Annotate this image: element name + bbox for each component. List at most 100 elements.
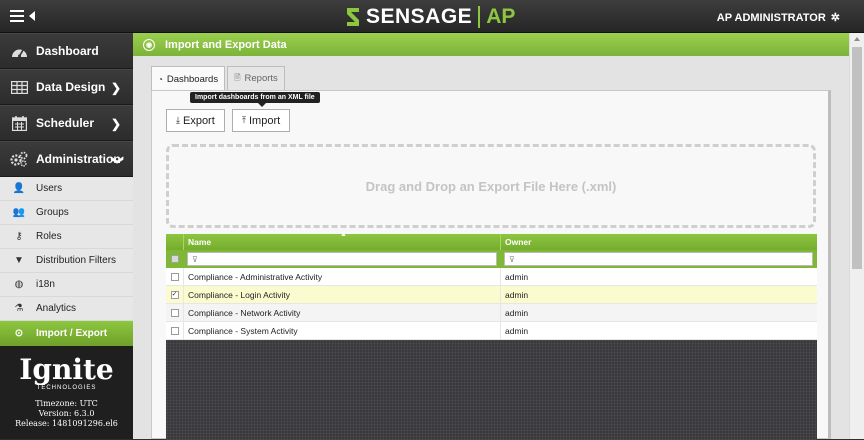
hamburger-icon [10, 10, 24, 22]
sidebar-footer: Ignite TECHNOLOGIES Timezone: UTC Versio… [0, 346, 133, 439]
import-export-icon: ⊙ [14, 328, 24, 339]
version-text: Version: 6.3.0 [38, 409, 95, 418]
sidebar-item-label: Dashboard [36, 44, 99, 58]
sidebar-item-users[interactable]: 👤 Users [0, 177, 133, 201]
gear-icon: ✲ [830, 12, 840, 24]
sidebar-item-label: Analytics [36, 303, 77, 314]
export-button[interactable]: ⤓ Export [166, 109, 225, 132]
name-filter-input[interactable]: ⊽ [187, 252, 497, 266]
sort-asc-icon: ▲ [340, 231, 347, 238]
import-export-icon: ◉ [143, 38, 155, 51]
page-header: ◉ Import and Export Data [133, 33, 849, 56]
table-row[interactable]: ✓ Compliance - Login Activity admin [166, 286, 817, 304]
main-content: ◉ Import and Export Data ◔ Dashboards 🗎 … [133, 33, 849, 440]
owner-filter-input[interactable]: ⊽ [504, 252, 813, 266]
sidebar-item-data-design[interactable]: Data Design ❯ [0, 69, 133, 105]
sidebar-item-analytics[interactable]: ⚗ Analytics [0, 297, 133, 321]
import-tooltip: Import dashboards from an XML file [190, 92, 320, 107]
row-checkbox[interactable]: ✓ [170, 290, 179, 299]
sidebar-item-scheduler[interactable]: Scheduler ❯ [0, 105, 133, 141]
sidebar: Dashboard Data Design ❯ Scheduler ❯ Admi… [0, 33, 133, 439]
download-icon: ⤓ [176, 115, 180, 125]
table-row[interactable]: Compliance - Administrative Activity adm… [166, 268, 817, 286]
filter-icon: ⊽ [509, 254, 515, 264]
sidebar-item-label: Users [36, 183, 63, 194]
chevron-right-icon: ❯ [110, 81, 121, 95]
select-all-checkbox[interactable] [171, 255, 179, 263]
column-header-name[interactable]: ▲ Name [184, 231, 501, 250]
import-button[interactable]: ⤒ Import [232, 109, 291, 132]
dropzone-text: Drag and Drop an Export File Here (.xml) [365, 178, 617, 194]
user-icon: 👤 [12, 183, 26, 194]
upload-icon: ⤒ [242, 115, 246, 125]
scrollbar-thumb[interactable] [852, 47, 862, 269]
column-header-owner[interactable]: Owner [501, 234, 817, 250]
page-title: Import and Export Data [165, 38, 287, 51]
row-checkbox[interactable] [170, 308, 179, 317]
cell-name: Compliance - Administrative Activity [184, 268, 501, 285]
grid-filter-row: ⊽ ⊽ [166, 250, 817, 268]
filter-icon: ⊽ [192, 254, 198, 264]
tab-label: Reports [244, 73, 278, 84]
sidebar-item-label: Administration [36, 152, 121, 166]
sidebar-item-label: Groups [36, 207, 69, 218]
admin-submenu: 👤 Users 👥 Groups ⚷ Roles ▼ Distribution … [0, 177, 133, 346]
group-icon: 👥 [12, 207, 26, 218]
chevron-down-icon: ❯ [110, 154, 125, 166]
cell-owner: admin [505, 289, 529, 300]
tab-panel: Import dashboards from an XML file ⤓ Exp… [151, 90, 831, 440]
sidebar-item-roles[interactable]: ⚷ Roles [0, 225, 133, 249]
sidebar-item-administration[interactable]: Administration ❯ [0, 141, 133, 177]
sidebar-item-distribution-filters[interactable]: ▼ Distribution Filters [0, 249, 133, 273]
grid-header: ▲ Name Owner [166, 231, 817, 250]
user-menu[interactable]: AP ADMINISTRATOR ✲ [717, 11, 840, 25]
table-icon [10, 79, 28, 95]
header-check-column [166, 234, 184, 250]
table-row[interactable]: Compliance - Network Activity admin [166, 304, 817, 322]
page-scrollbar[interactable] [849, 33, 864, 439]
sensage-s-icon [347, 8, 359, 26]
dashboard-icon: ◔ [158, 74, 163, 84]
import-label: Import [248, 114, 281, 127]
filter-icon: ▼ [14, 255, 24, 266]
calendar-icon [10, 115, 28, 131]
collapse-arrow-icon [29, 11, 35, 21]
cell-name: Compliance - System Activity [184, 322, 501, 339]
chevron-right-icon: ❯ [110, 117, 121, 131]
cell-name: Compliance - Login Activity [184, 286, 501, 303]
tab-label: Dashboards [166, 73, 219, 85]
row-checkbox[interactable] [170, 326, 179, 335]
sidebar-item-i18n[interactable]: ◍ i18n [0, 273, 133, 297]
cell-owner: admin [505, 325, 529, 336]
dashboard-icon [10, 43, 28, 59]
brand-separator [478, 6, 481, 28]
sidebar-item-label: i18n [36, 279, 55, 290]
cell-name: Compliance - Network Activity [184, 304, 501, 321]
row-checkbox[interactable] [170, 272, 179, 281]
cell-owner: admin [505, 271, 529, 282]
sidebar-item-label: Scheduler [36, 116, 95, 130]
cogs-icon [10, 151, 28, 167]
document-icon: 🗎 [234, 72, 241, 82]
dashboards-grid: ▲ Name Owner ⊽ ⊽ Compliance - Administra… [166, 231, 817, 440]
timezone-text: Timezone: UTC [35, 399, 98, 408]
tab-dashboards[interactable]: ◔ Dashboards [151, 66, 226, 91]
scroll-up-arrow-icon[interactable] [854, 37, 860, 41]
globe-icon: ◍ [14, 279, 24, 290]
table-row[interactable]: Compliance - System Activity admin [166, 322, 817, 340]
sidebar-item-import-export[interactable]: ⊙ Import / Export [0, 321, 133, 346]
brand-suffix: AP [486, 5, 516, 28]
sidebar-item-dashboard[interactable]: Dashboard [0, 33, 133, 69]
sidebar-item-groups[interactable]: 👥 Groups [0, 201, 133, 225]
release-text: Release: 1481091296.el6 [15, 419, 118, 428]
cell-owner: admin [505, 307, 529, 318]
menu-toggle-button[interactable] [10, 8, 40, 26]
file-dropzone[interactable]: Drag and Drop an Export File Here (.xml) [166, 144, 816, 228]
tab-bar: ◔ Dashboards 🗎 Reports [151, 66, 287, 91]
sidebar-item-label: Roles [36, 231, 62, 242]
key-icon: ⚷ [15, 231, 23, 242]
flask-icon: ⚗ [14, 303, 24, 314]
brand-logo: SENSAGE AP [344, 4, 515, 30]
tab-reports[interactable]: 🗎 Reports [227, 66, 285, 90]
sidebar-item-label: Distribution Filters [36, 255, 117, 266]
